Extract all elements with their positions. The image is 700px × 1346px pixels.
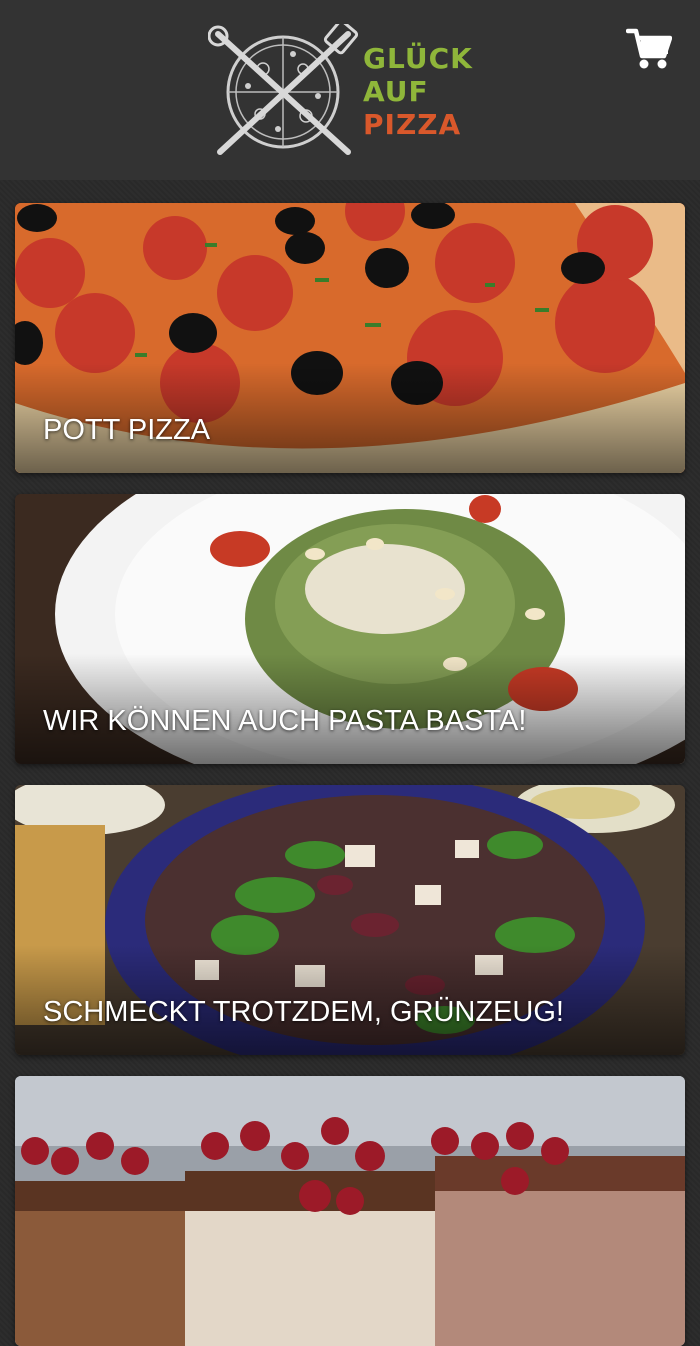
brand-line-3: PIZZA: [363, 108, 462, 141]
pizza-emblem-icon: [208, 24, 358, 155]
app-header: GLÜCK AUF PIZZA: [0, 0, 700, 180]
category-title: POTT PIZZA: [43, 414, 211, 446]
category-title: WIR KÖNNEN AUCH PASTA BASTA!: [43, 705, 527, 737]
dessert-photo: [15, 1076, 685, 1346]
category-card-salad[interactable]: SCHMECKT TROTZDEM, GRÜNZEUG!: [15, 785, 685, 1055]
shopping-cart-icon[interactable]: [625, 26, 673, 72]
category-title: SCHMECKT TROTZDEM, GRÜNZEUG!: [43, 996, 564, 1028]
brand-line-2: AUF: [363, 75, 429, 108]
category-card-pizza[interactable]: POTT PIZZA: [15, 203, 685, 473]
brand-wordmark: GLÜCK AUF PIZZA: [363, 42, 473, 141]
brand-logo[interactable]: GLÜCK AUF PIZZA: [208, 24, 498, 159]
category-card-dessert[interactable]: [15, 1076, 685, 1346]
brand-line-1: GLÜCK: [363, 42, 473, 75]
category-card-pasta[interactable]: WIR KÖNNEN AUCH PASTA BASTA!: [15, 494, 685, 764]
